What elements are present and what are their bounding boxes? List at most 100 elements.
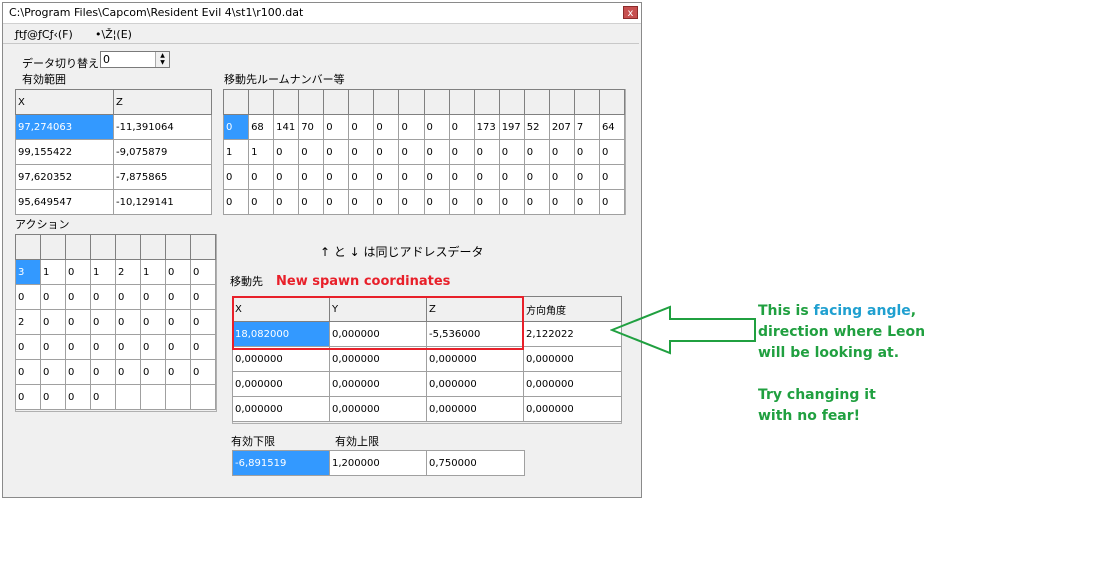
grid-cell[interactable]: 0 bbox=[423, 139, 450, 165]
grid-cell[interactable]: 2 bbox=[115, 259, 141, 285]
grid-cell[interactable]: 0 bbox=[222, 164, 250, 190]
grid-cell[interactable]: 0 bbox=[65, 259, 91, 285]
grid-cell[interactable]: 0 bbox=[473, 189, 500, 215]
grid-cell[interactable]: 0 bbox=[140, 284, 166, 310]
column-header[interactable] bbox=[40, 234, 66, 260]
grid-cell[interactable]: 0 bbox=[548, 164, 575, 190]
grid-cell[interactable]: 0 bbox=[498, 139, 525, 165]
grid-cell[interactable]: 1 bbox=[90, 259, 116, 285]
menu-file[interactable]: ƒtƒ@ƒCƒ‹(F) bbox=[15, 28, 73, 41]
valid-range-grid[interactable]: X Z 97,274063 -11,391064 99,155422 -9,075879 9… bbox=[15, 89, 212, 215]
grid-cell[interactable]: 52 bbox=[523, 114, 550, 140]
grid-cell[interactable]: 0,000000 bbox=[523, 346, 622, 372]
grid-cell[interactable]: 0 bbox=[190, 309, 216, 335]
grid-cell[interactable]: 0 bbox=[373, 139, 400, 165]
column-header[interactable] bbox=[598, 89, 626, 115]
grid-cell[interactable]: 0 bbox=[65, 309, 91, 335]
grid-cell[interactable]: 97,620352 bbox=[15, 164, 114, 190]
grid-cell[interactable]: 0 bbox=[548, 139, 575, 165]
grid-cell[interactable]: 0 bbox=[190, 334, 216, 360]
grid-cell[interactable]: 2 bbox=[15, 309, 41, 335]
grid-cell[interactable]: -9,075879 bbox=[113, 139, 212, 165]
grid-cell[interactable]: 197 bbox=[498, 114, 525, 140]
column-header[interactable] bbox=[15, 234, 41, 260]
grid-cell[interactable]: 0 bbox=[523, 139, 550, 165]
grid-cell[interactable]: 0 bbox=[398, 114, 425, 140]
column-header[interactable] bbox=[473, 89, 500, 115]
grid-cell[interactable]: 0 bbox=[573, 164, 600, 190]
grid-cell[interactable]: 0 bbox=[373, 189, 400, 215]
column-header[interactable] bbox=[273, 89, 300, 115]
room-number-grid[interactable]: 0 68 141 70 0 0 0 0 0 0 173 197 52 207 7 64 1 1 0 0 0 0 0 0 0 0 0 0… bbox=[222, 89, 626, 215]
grid-cell[interactable]: 0 bbox=[40, 309, 66, 335]
grid-cell[interactable]: 0 bbox=[448, 164, 475, 190]
grid-cell[interactable]: 0 bbox=[115, 359, 141, 385]
grid-cell[interactable]: 0 bbox=[15, 334, 41, 360]
grid-cell[interactable]: 0,000000 bbox=[426, 346, 524, 372]
grid-cell[interactable]: 0 bbox=[15, 359, 41, 385]
grid-cell[interactable]: 0 bbox=[473, 139, 500, 165]
grid-cell[interactable]: 0 bbox=[65, 384, 91, 410]
grid-cell[interactable]: 0 bbox=[190, 284, 216, 310]
column-header[interactable] bbox=[523, 89, 550, 115]
grid-cell[interactable]: 0,000000 bbox=[426, 396, 524, 422]
column-header[interactable]: Z bbox=[113, 89, 212, 115]
grid-cell[interactable]: 0 bbox=[448, 189, 475, 215]
lower-limit-cell[interactable]: -6,891519 bbox=[232, 450, 330, 476]
grid-cell[interactable]: 0,000000 bbox=[329, 371, 427, 397]
grid-cell[interactable]: 0 bbox=[165, 284, 191, 310]
grid-cell[interactable]: 1 bbox=[222, 139, 250, 165]
grid-cell[interactable]: 0 bbox=[323, 139, 350, 165]
column-header[interactable] bbox=[423, 89, 450, 115]
grid-cell[interactable]: 0 bbox=[298, 189, 325, 215]
column-header[interactable] bbox=[348, 89, 375, 115]
grid-cell[interactable]: 0 bbox=[423, 189, 450, 215]
menu-view[interactable]: •\Ž¦(E) bbox=[95, 28, 132, 41]
grid-cell[interactable]: 0 bbox=[65, 359, 91, 385]
grid-cell[interactable]: 0 bbox=[40, 359, 66, 385]
grid-cell[interactable] bbox=[140, 384, 166, 410]
grid-cell[interactable]: 0 bbox=[423, 164, 450, 190]
grid-cell[interactable]: 0 bbox=[373, 114, 400, 140]
grid-cell[interactable]: 3 bbox=[15, 259, 41, 285]
column-header[interactable] bbox=[323, 89, 350, 115]
grid-cell[interactable]: 0 bbox=[222, 114, 250, 140]
grid-cell[interactable]: 0 bbox=[140, 309, 166, 335]
grid-cell[interactable]: 0 bbox=[15, 384, 41, 410]
column-header[interactable] bbox=[548, 89, 575, 115]
spinner-arrows-icon[interactable]: ▲ ▼ bbox=[155, 52, 169, 67]
grid-cell[interactable] bbox=[165, 384, 191, 410]
grid-cell[interactable]: 0 bbox=[598, 189, 626, 215]
grid-cell[interactable]: 0 bbox=[298, 164, 325, 190]
grid-cell[interactable]: 0 bbox=[90, 334, 116, 360]
close-button[interactable]: x bbox=[623, 6, 638, 19]
grid-cell[interactable]: 173 bbox=[473, 114, 500, 140]
grid-cell[interactable]: 0 bbox=[115, 334, 141, 360]
grid-cell[interactable]: 0 bbox=[90, 284, 116, 310]
grid-cell[interactable]: 0,000000 bbox=[329, 396, 427, 422]
grid-cell[interactable]: 2,122022 bbox=[523, 321, 622, 347]
grid-cell[interactable]: 0,000000 bbox=[232, 371, 330, 397]
grid-cell[interactable]: 0 bbox=[498, 189, 525, 215]
column-header[interactable] bbox=[165, 234, 191, 260]
grid-cell[interactable]: 0 bbox=[40, 284, 66, 310]
grid-cell[interactable]: 95,649547 bbox=[15, 189, 114, 215]
grid-cell[interactable]: 0 bbox=[273, 139, 300, 165]
grid-cell[interactable]: 0 bbox=[248, 189, 275, 215]
grid-cell[interactable]: 0,000000 bbox=[329, 346, 427, 372]
grid-cell[interactable]: 0 bbox=[323, 189, 350, 215]
grid-cell[interactable]: 0 bbox=[140, 359, 166, 385]
limits-grid[interactable]: -6,891519 1,200000 0,750000 bbox=[232, 450, 525, 476]
column-header[interactable] bbox=[573, 89, 600, 115]
grid-cell[interactable]: 141 bbox=[273, 114, 300, 140]
grid-cell[interactable]: 0 bbox=[473, 164, 500, 190]
grid-cell[interactable]: 0 bbox=[573, 189, 600, 215]
grid-cell[interactable]: 1 bbox=[40, 259, 66, 285]
grid-cell[interactable]: 0 bbox=[165, 259, 191, 285]
grid-cell[interactable]: 0 bbox=[398, 139, 425, 165]
grid-cell[interactable]: 0 bbox=[165, 359, 191, 385]
grid-cell[interactable]: 0 bbox=[165, 309, 191, 335]
grid-cell[interactable]: 0 bbox=[40, 384, 66, 410]
grid-cell[interactable]: 0 bbox=[140, 334, 166, 360]
grid-cell[interactable]: 0 bbox=[323, 114, 350, 140]
